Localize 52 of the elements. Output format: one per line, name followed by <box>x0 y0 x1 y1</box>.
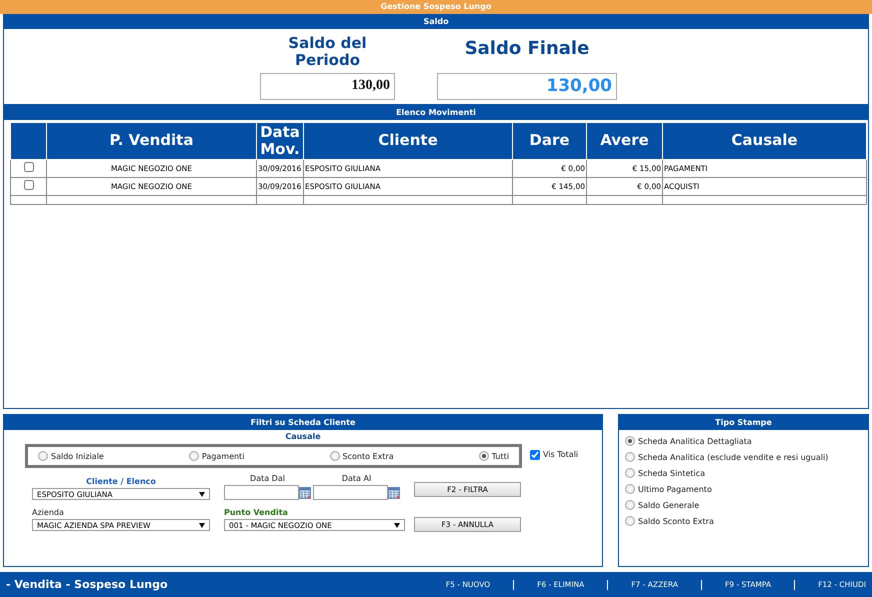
option-label: Saldo Iniziale <box>51 452 104 461</box>
option-label: Vis Totali <box>543 450 578 460</box>
column-header: Cliente <box>304 122 512 160</box>
radio-button[interactable] <box>38 451 48 462</box>
column-header: Dare <box>512 122 586 160</box>
caret-icon <box>394 522 400 528</box>
radio-button[interactable] <box>625 484 635 494</box>
section-header: Saldo <box>3 14 869 29</box>
field-label: Azienda <box>32 508 65 518</box>
calendar-icon[interactable] <box>299 486 311 499</box>
column-header: Data Mov. <box>256 122 304 160</box>
option-label: Scheda Sintetica <box>638 468 706 478</box>
column-header: Avere <box>586 122 662 160</box>
option-label: Scheda Analitica Dettagliata <box>638 436 752 446</box>
status-title: - Vendita - Sospeso Lungo <box>6 578 169 591</box>
column-header: Causale <box>662 122 866 160</box>
section-header: Filtri su Scheda Cliente <box>4 415 602 430</box>
calendar-icon[interactable] <box>388 486 400 499</box>
vis-totali-checkbox[interactable] <box>530 450 540 460</box>
caret-icon <box>199 522 205 528</box>
row-checkbox[interactable] <box>24 180 34 190</box>
date-field[interactable] <box>224 485 299 500</box>
section-header: Tipo Stampe <box>619 415 868 430</box>
radio-button[interactable] <box>625 500 635 510</box>
option-label: Sconto Extra <box>342 452 394 461</box>
radio-button[interactable] <box>625 436 635 446</box>
causale-label: Causale <box>284 432 322 442</box>
saldo-label: Saldo del Periodo <box>287 34 368 69</box>
field-label: Punto Vendita <box>224 508 289 518</box>
field-label: Data Al <box>340 474 372 484</box>
saldo-label: Saldo Finale <box>464 40 590 57</box>
radio-button[interactable] <box>625 516 635 526</box>
radio-button[interactable] <box>478 451 489 462</box>
option-label: Pagamenti <box>202 452 244 461</box>
option-label: Ultimo Pagamento <box>638 484 712 494</box>
row-checkbox[interactable] <box>24 162 34 172</box>
option-label: Saldo Generale <box>638 500 700 510</box>
option-label: Saldo Sconto Extra <box>638 516 714 526</box>
section-header: Elenco Movimenti <box>3 104 869 120</box>
saldo-field[interactable]: 130,00 <box>260 72 395 100</box>
radio-button[interactable] <box>625 468 635 478</box>
caret-icon <box>199 492 205 497</box>
field-label: Data Dal <box>249 474 286 484</box>
date-field[interactable] <box>313 485 388 500</box>
column-header: P. Vendita <box>46 122 256 160</box>
option-label: Scheda Analitica (esclude vendite e resi uguali) <box>638 452 828 462</box>
window-title: Gestione Sospeso Lungo <box>0 0 872 14</box>
field-label: Cliente / Elenco <box>85 477 157 486</box>
option-label: Tutti <box>492 452 509 461</box>
radio-button[interactable] <box>188 451 199 462</box>
radio-button[interactable] <box>625 452 635 462</box>
radio-button[interactable] <box>330 451 340 462</box>
